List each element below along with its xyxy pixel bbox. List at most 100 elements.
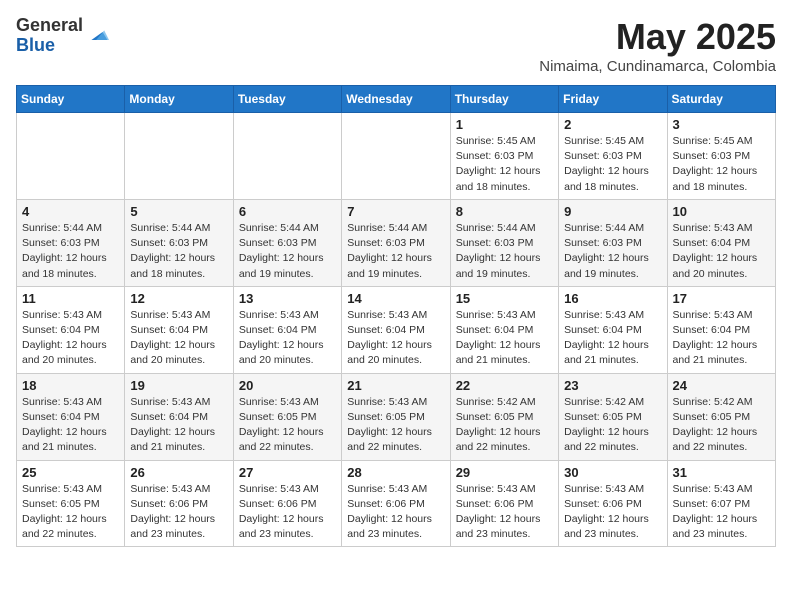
day-number: 16 [564,291,661,306]
day-detail: Sunrise: 5:43 AM Sunset: 6:04 PM Dayligh… [239,308,336,369]
day-number: 25 [22,465,119,480]
calendar-cell: 13 Sunrise: 5:43 AM Sunset: 6:04 PM Dayli… [233,286,341,373]
day-detail: Sunrise: 5:43 AM Sunset: 6:05 PM Dayligh… [239,395,336,456]
day-number: 3 [673,117,770,132]
calendar-table: SundayMondayTuesdayWednesdayThursdayFrid… [16,85,776,547]
calendar-cell: 11 Sunrise: 5:43 AM Sunset: 6:04 PM Dayli… [17,286,125,373]
day-detail: Sunrise: 5:43 AM Sunset: 6:05 PM Dayligh… [347,395,444,456]
day-number: 27 [239,465,336,480]
day-detail: Sunrise: 5:42 AM Sunset: 6:05 PM Dayligh… [456,395,553,456]
weekday-header-row: SundayMondayTuesdayWednesdayThursdayFrid… [17,86,776,113]
calendar-cell: 21 Sunrise: 5:43 AM Sunset: 6:05 PM Dayli… [342,373,450,460]
day-number: 12 [130,291,227,306]
calendar-cell: 8 Sunrise: 5:44 AM Sunset: 6:03 PM Daylig… [450,199,558,286]
calendar-week-row: 4Sunrise: 5:44 AM Sunset: 6:03 PM Daylig… [17,199,776,286]
day-number: 7 [347,204,444,219]
day-number: 24 [673,378,770,393]
day-detail: Sunrise: 5:44 AM Sunset: 6:03 PM Dayligh… [456,221,553,282]
day-number: 29 [456,465,553,480]
calendar-cell: 29 Sunrise: 5:43 AM Sunset: 6:06 PM Dayli… [450,460,558,547]
day-number: 28 [347,465,444,480]
day-detail: Sunrise: 5:45 AM Sunset: 6:03 PM Dayligh… [673,134,770,195]
calendar-cell [125,113,233,200]
day-detail: Sunrise: 5:42 AM Sunset: 6:05 PM Dayligh… [673,395,770,456]
logo-text: General Blue [16,16,83,56]
day-number: 6 [239,204,336,219]
calendar-cell: 28 Sunrise: 5:43 AM Sunset: 6:06 PM Dayli… [342,460,450,547]
calendar-cell: 24 Sunrise: 5:42 AM Sunset: 6:05 PM Dayli… [667,373,775,460]
calendar-cell: 2 Sunrise: 5:45 AM Sunset: 6:03 PM Daylig… [559,113,667,200]
day-number: 11 [22,291,119,306]
calendar-cell [17,113,125,200]
weekday-header: Tuesday [233,86,341,113]
day-detail: Sunrise: 5:43 AM Sunset: 6:07 PM Dayligh… [673,482,770,543]
day-detail: Sunrise: 5:43 AM Sunset: 6:04 PM Dayligh… [564,308,661,369]
calendar-cell [233,113,341,200]
logo-icon [85,24,109,48]
day-detail: Sunrise: 5:43 AM Sunset: 6:06 PM Dayligh… [456,482,553,543]
calendar-cell: 9 Sunrise: 5:44 AM Sunset: 6:03 PM Daylig… [559,199,667,286]
day-number: 26 [130,465,227,480]
calendar-cell: 19Sunrise: 5:43 AM Sunset: 6:04 PM Dayli… [125,373,233,460]
day-detail: Sunrise: 5:43 AM Sunset: 6:04 PM Dayligh… [130,308,227,369]
calendar-cell: 25 Sunrise: 5:43 AM Sunset: 6:05 PM Dayli… [17,460,125,547]
day-number: 1 [456,117,553,132]
day-number: 23 [564,378,661,393]
day-detail: Sunrise: 5:43 AM Sunset: 6:04 PM Dayligh… [22,308,119,369]
day-detail: Sunrise: 5:43 AM Sunset: 6:04 PM Dayligh… [673,221,770,282]
page-header: General Blue May 2025 Nimaima, Cundinama… [16,16,776,75]
calendar-week-row: 18Sunrise: 5:43 AM Sunset: 6:04 PM Dayli… [17,373,776,460]
calendar-cell: 1 Sunrise: 5:45 AM Sunset: 6:03 PM Daylig… [450,113,558,200]
calendar-cell: 18Sunrise: 5:43 AM Sunset: 6:04 PM Dayli… [17,373,125,460]
day-number: 30 [564,465,661,480]
day-detail: Sunrise: 5:43 AM Sunset: 6:06 PM Dayligh… [347,482,444,543]
day-detail: Sunrise: 5:43 AM Sunset: 6:04 PM Dayligh… [22,395,119,456]
calendar-cell: 5 Sunrise: 5:44 AM Sunset: 6:03 PM Daylig… [125,199,233,286]
day-number: 31 [673,465,770,480]
day-number: 10 [673,204,770,219]
weekday-header: Thursday [450,86,558,113]
location-subtitle: Nimaima, Cundinamarca, Colombia [539,58,776,75]
logo-general: General [16,15,83,35]
calendar-week-row: 11 Sunrise: 5:43 AM Sunset: 6:04 PM Dayli… [17,286,776,373]
day-number: 14 [347,291,444,306]
calendar-cell: 10 Sunrise: 5:43 AM Sunset: 6:04 PM Dayli… [667,199,775,286]
weekday-header: Saturday [667,86,775,113]
calendar-cell: 15 Sunrise: 5:43 AM Sunset: 6:04 PM Dayli… [450,286,558,373]
calendar-cell: 23Sunrise: 5:42 AM Sunset: 6:05 PM Dayli… [559,373,667,460]
calendar-cell: 30 Sunrise: 5:43 AM Sunset: 6:06 PM Dayli… [559,460,667,547]
logo: General Blue [16,16,109,56]
weekday-header: Sunday [17,86,125,113]
weekday-header: Monday [125,86,233,113]
weekday-header: Wednesday [342,86,450,113]
day-detail: Sunrise: 5:43 AM Sunset: 6:04 PM Dayligh… [456,308,553,369]
day-number: 15 [456,291,553,306]
calendar-cell: 4Sunrise: 5:44 AM Sunset: 6:03 PM Daylig… [17,199,125,286]
calendar-cell: 3 Sunrise: 5:45 AM Sunset: 6:03 PM Daylig… [667,113,775,200]
day-number: 13 [239,291,336,306]
calendar-cell: 31 Sunrise: 5:43 AM Sunset: 6:07 PM Dayli… [667,460,775,547]
calendar-cell: 7Sunrise: 5:44 AM Sunset: 6:03 PM Daylig… [342,199,450,286]
day-number: 8 [456,204,553,219]
calendar-cell: 6 Sunrise: 5:44 AM Sunset: 6:03 PM Daylig… [233,199,341,286]
day-detail: Sunrise: 5:43 AM Sunset: 6:04 PM Dayligh… [347,308,444,369]
day-detail: Sunrise: 5:43 AM Sunset: 6:06 PM Dayligh… [564,482,661,543]
calendar-cell: 12 Sunrise: 5:43 AM Sunset: 6:04 PM Dayli… [125,286,233,373]
day-number: 22 [456,378,553,393]
day-number: 5 [130,204,227,219]
day-detail: Sunrise: 5:43 AM Sunset: 6:06 PM Dayligh… [239,482,336,543]
calendar-cell [342,113,450,200]
day-detail: Sunrise: 5:44 AM Sunset: 6:03 PM Dayligh… [564,221,661,282]
day-number: 17 [673,291,770,306]
day-number: 9 [564,204,661,219]
day-detail: Sunrise: 5:45 AM Sunset: 6:03 PM Dayligh… [456,134,553,195]
day-number: 21 [347,378,444,393]
day-detail: Sunrise: 5:44 AM Sunset: 6:03 PM Dayligh… [239,221,336,282]
calendar-cell: 20Sunrise: 5:43 AM Sunset: 6:05 PM Dayli… [233,373,341,460]
calendar-cell: 16 Sunrise: 5:43 AM Sunset: 6:04 PM Dayli… [559,286,667,373]
day-number: 19 [130,378,227,393]
day-number: 2 [564,117,661,132]
day-detail: Sunrise: 5:43 AM Sunset: 6:05 PM Dayligh… [22,482,119,543]
day-detail: Sunrise: 5:44 AM Sunset: 6:03 PM Dayligh… [130,221,227,282]
day-detail: Sunrise: 5:45 AM Sunset: 6:03 PM Dayligh… [564,134,661,195]
